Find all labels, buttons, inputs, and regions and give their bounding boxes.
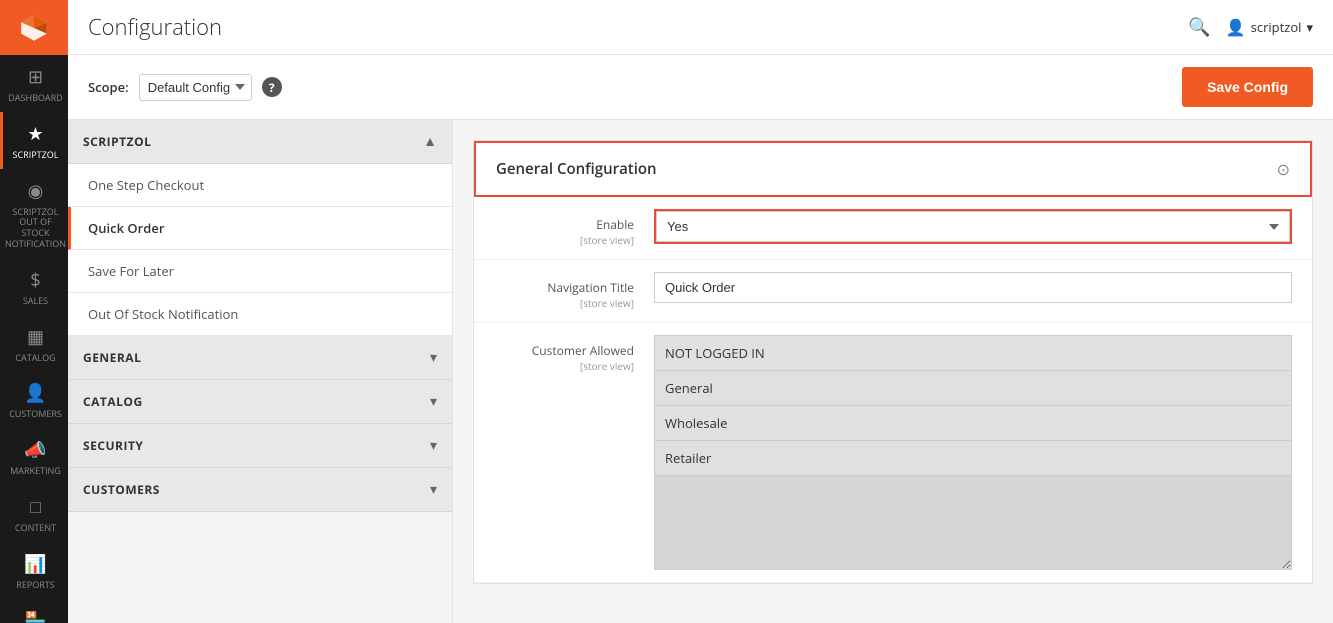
catalog-section-header[interactable]: CATALOG ▾ xyxy=(68,380,452,424)
menu-item-out-of-stock[interactable]: Out Of Stock Notification xyxy=(68,293,452,336)
scriptzol-out-icon: ◉ xyxy=(28,179,44,203)
sidebar-item-reports[interactable]: 📊 REPORTS xyxy=(0,542,68,599)
sidebar-item-marketing[interactable]: 📣 MARKETING xyxy=(0,428,68,485)
scope-select[interactable]: Default Config xyxy=(139,74,252,101)
sidebar-item-scriptzol[interactable]: ★ SCRIPTZOL xyxy=(0,112,68,169)
customer-allowed-row: Customer Allowed [store view] NOT LOGGED… xyxy=(474,323,1312,583)
scriptzol-section-label: SCRIPTZOL xyxy=(83,133,151,150)
general-section-label: GENERAL xyxy=(83,349,141,366)
page-title: Configuration xyxy=(88,12,222,42)
listbox-item-not-logged-in[interactable]: NOT LOGGED IN xyxy=(655,336,1291,371)
enable-select-wrapper: Yes No xyxy=(654,209,1292,244)
listbox-item-wholesale[interactable]: Wholesale xyxy=(655,406,1291,441)
customer-allowed-label: Customer Allowed [store view] xyxy=(494,335,634,373)
general-config-title: General Configuration xyxy=(496,159,657,179)
topbar: Configuration 🔍 👤 scriptzol ▾ xyxy=(68,0,1333,55)
menu-item-save-for-later[interactable]: Save For Later xyxy=(68,250,452,293)
sidebar-item-stores[interactable]: 🏪 STORES xyxy=(0,599,68,623)
dashboard-icon: ⊞ xyxy=(28,65,43,89)
scriptzol-section-header[interactable]: SCRIPTZOL ▲ xyxy=(68,120,452,164)
right-panel: General Configuration ⊙ Enable [store vi… xyxy=(453,120,1333,623)
collapse-icon[interactable]: ⊙ xyxy=(1277,158,1290,180)
sales-icon: $ xyxy=(30,268,40,292)
scriptzol-section-chevron: ▲ xyxy=(423,132,437,151)
general-config-header[interactable]: General Configuration ⊙ xyxy=(474,141,1312,197)
sidebar-item-scriptzol-out-label: SCRIPTZOL OUT OF STOCK NOTIFICATION xyxy=(5,207,66,250)
reports-icon: 📊 xyxy=(24,552,46,576)
sidebar-item-scriptzol-out[interactable]: ◉ SCRIPTZOL OUT OF STOCK NOTIFICATION xyxy=(0,169,68,258)
sidebar-item-content-label: CONTENT xyxy=(15,523,56,534)
main-area: Configuration 🔍 👤 scriptzol ▾ Scope: Def… xyxy=(68,0,1333,623)
menu-item-quick-order[interactable]: Quick Order xyxy=(68,207,452,250)
save-config-button[interactable]: Save Config xyxy=(1182,67,1313,107)
nav-title-row: Navigation Title [store view] xyxy=(474,260,1312,323)
sidebar-item-scriptzol-label: SCRIPTZOL xyxy=(13,150,59,161)
enable-row: Enable [store view] Yes No xyxy=(474,197,1312,260)
left-panel: SCRIPTZOL ▲ One Step Checkout Quick Orde… xyxy=(68,120,453,623)
sidebar-item-customers[interactable]: 👤 CUSTOMERS xyxy=(0,371,68,428)
general-section-chevron: ▾ xyxy=(430,348,437,367)
search-icon[interactable]: 🔍 xyxy=(1188,15,1210,39)
scriptzol-icon: ★ xyxy=(27,122,43,146)
general-config-section: General Configuration ⊙ Enable [store vi… xyxy=(473,140,1313,584)
sidebar-item-dashboard[interactable]: ⊞ DASHBOARD xyxy=(0,55,68,112)
menu-item-one-step-checkout[interactable]: One Step Checkout xyxy=(68,164,452,207)
marketing-icon: 📣 xyxy=(24,438,46,462)
sidebar-item-catalog[interactable]: ▦ CATALOG xyxy=(0,315,68,372)
stores-icon: 🏪 xyxy=(24,609,46,623)
sidebar: ⊞ DASHBOARD ★ SCRIPTZOL ◉ SCRIPTZOL OUT … xyxy=(0,0,68,623)
sidebar-item-sales-label: SALES xyxy=(23,296,48,307)
customers-icon: 👤 xyxy=(24,381,46,405)
content-icon: □ xyxy=(30,495,41,519)
nav-title-control xyxy=(654,272,1292,303)
general-section-header[interactable]: GENERAL ▾ xyxy=(68,336,452,380)
user-chevron-icon: ▾ xyxy=(1306,18,1313,36)
user-menu[interactable]: 👤 scriptzol ▾ xyxy=(1226,16,1313,38)
catalog-section-label: CATALOG xyxy=(83,393,143,410)
catalog-section-chevron: ▾ xyxy=(430,392,437,411)
user-name: scriptzol xyxy=(1251,18,1302,36)
sidebar-logo xyxy=(0,0,68,55)
security-section-label: SECURITY xyxy=(83,437,143,454)
sidebar-item-dashboard-label: DASHBOARD xyxy=(8,93,62,104)
customer-allowed-listbox[interactable]: NOT LOGGED IN General Wholesale Retailer xyxy=(654,335,1292,570)
nav-title-input[interactable] xyxy=(654,272,1292,303)
content-area: SCRIPTZOL ▲ One Step Checkout Quick Orde… xyxy=(68,120,1333,623)
customers-section-header[interactable]: CUSTOMERS ▾ xyxy=(68,468,452,512)
sidebar-item-content[interactable]: □ CONTENT xyxy=(0,485,68,542)
sidebar-item-marketing-label: MARKETING xyxy=(10,466,61,477)
scope-bar: Scope: Default Config ? Save Config xyxy=(68,55,1333,120)
enable-label: Enable [store view] xyxy=(494,209,634,247)
nav-title-label: Navigation Title [store view] xyxy=(494,272,634,310)
sidebar-item-catalog-label: CATALOG xyxy=(15,353,55,364)
catalog-icon: ▦ xyxy=(27,325,44,349)
sidebar-item-reports-label: REPORTS xyxy=(16,580,54,591)
customers-section-chevron: ▾ xyxy=(430,480,437,499)
scope-help-icon[interactable]: ? xyxy=(262,77,282,97)
enable-select[interactable]: Yes No xyxy=(656,211,1290,242)
scope-left: Scope: Default Config ? xyxy=(88,74,282,101)
customers-section-label: CUSTOMERS xyxy=(83,481,160,498)
security-section-chevron: ▾ xyxy=(430,436,437,455)
sidebar-item-customers-label: CUSTOMERS xyxy=(9,409,62,420)
scope-label: Scope: xyxy=(88,78,129,96)
customer-allowed-control: NOT LOGGED IN General Wholesale Retailer xyxy=(654,335,1292,570)
security-section-header[interactable]: SECURITY ▾ xyxy=(68,424,452,468)
listbox-item-retailer[interactable]: Retailer xyxy=(655,441,1291,476)
topbar-actions: 🔍 👤 scriptzol ▾ xyxy=(1188,15,1313,39)
user-icon: 👤 xyxy=(1226,16,1246,38)
sidebar-item-sales[interactable]: $ SALES xyxy=(0,258,68,315)
listbox-item-general[interactable]: General xyxy=(655,371,1291,406)
